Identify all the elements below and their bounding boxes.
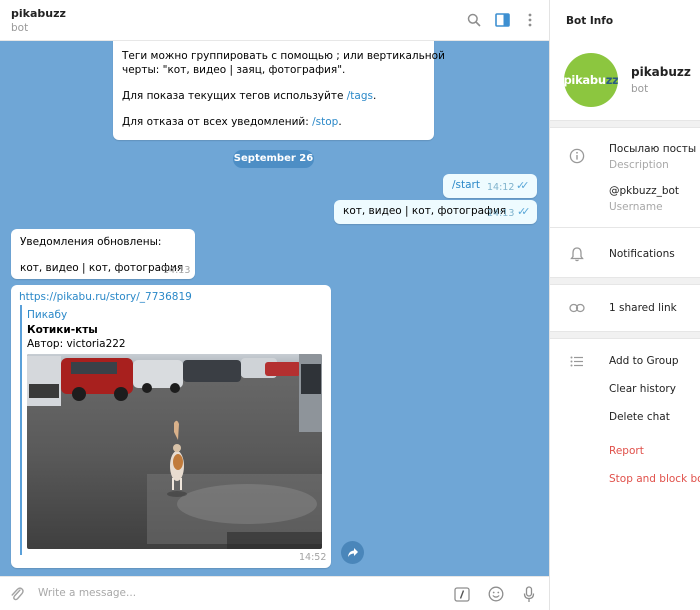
chat-status: bot xyxy=(11,22,29,34)
notifications-toggle[interactable]: Notifications xyxy=(609,248,675,260)
date-separator: September 26 xyxy=(233,150,314,168)
incoming-message-updated[interactable]: Уведомления обновлены: кот, видео | кот,… xyxy=(11,229,195,279)
section-divider xyxy=(550,331,700,339)
message-text: черты: "кот, видео | заяц, фотография". xyxy=(122,64,346,76)
sidebar-toggle-icon[interactable] xyxy=(493,11,511,29)
message-text: Теги можно группировать с помощью ; или … xyxy=(122,50,445,62)
message-text: Уведомления обновлены: xyxy=(20,236,162,248)
avatar[interactable]: pikabuzz xyxy=(564,53,618,107)
preview-author: Автор: victoria222 xyxy=(27,338,126,350)
message-time: 14:13 xyxy=(163,265,191,276)
chat-header: pikabuzz bot xyxy=(0,0,549,41)
info-icon xyxy=(568,147,586,165)
section-divider xyxy=(550,120,700,128)
commands-icon[interactable] xyxy=(452,584,472,604)
section-divider xyxy=(550,277,700,285)
preview-title: Котики-кты xyxy=(27,324,98,336)
incoming-message-help[interactable]: Теги можно группировать с помощью ; или … xyxy=(113,41,445,140)
bot-name: pikabuzz xyxy=(631,65,691,79)
emoji-icon[interactable] xyxy=(486,584,506,604)
message-input-bar: Write a message... xyxy=(0,576,549,610)
bot-type: bot xyxy=(631,83,649,95)
shared-links-item[interactable]: 1 shared link xyxy=(609,302,677,314)
thin-divider xyxy=(550,227,700,228)
delete-chat-button[interactable]: Delete chat xyxy=(609,411,670,423)
add-to-group-button[interactable]: Add to Group xyxy=(609,355,679,367)
message-text: кот, видео | кот, фотография xyxy=(20,262,184,274)
search-icon[interactable] xyxy=(465,11,483,29)
bell-icon xyxy=(568,245,586,263)
chat-area[interactable]: Теги можно группировать с помощью ; или … xyxy=(0,41,549,576)
clear-history-button[interactable]: Clear history xyxy=(609,383,676,395)
avatar-logo: pikabuzz xyxy=(564,73,618,87)
chat-title[interactable]: pikabuzz xyxy=(11,7,66,20)
read-check-icon: ✓✓ xyxy=(516,179,530,192)
stop-block-bot-button[interactable]: Stop and block bot xyxy=(609,473,700,485)
message-text: кот, видео | кот, фотография xyxy=(343,205,507,217)
report-button[interactable]: Report xyxy=(609,445,644,457)
message-time: 14:12 xyxy=(487,182,515,193)
message-input[interactable]: Write a message... xyxy=(38,587,136,599)
story-link[interactable]: https://pikabu.ru/story/_7736819 xyxy=(19,291,192,303)
tags-command-link[interactable]: /tags xyxy=(347,90,373,102)
list-icon xyxy=(568,352,586,370)
bot-username[interactable]: @pkbuzz_bot xyxy=(609,185,679,197)
outgoing-message-start[interactable]: /start 14:12 ✓✓ xyxy=(443,174,537,198)
message-text: Для показа текущих тегов используйте /ta… xyxy=(122,90,377,102)
stop-command-link[interactable]: /stop xyxy=(312,116,338,128)
link-icon xyxy=(568,299,586,317)
link-preview[interactable]: Пикабу Котики-кты Автор: victoria222 xyxy=(20,305,322,555)
bot-info-panel: Bot Info pikabuzz pikabuzz bot Посылаю п… xyxy=(549,0,700,610)
more-vertical-icon[interactable] xyxy=(521,11,539,29)
share-arrow-icon xyxy=(347,548,358,557)
username-label: Username xyxy=(609,201,663,213)
panel-title: Bot Info xyxy=(566,15,614,27)
start-command-link[interactable]: /start xyxy=(452,179,480,191)
preview-photo[interactable] xyxy=(27,354,322,549)
description-label: Description xyxy=(609,159,669,171)
microphone-icon[interactable] xyxy=(519,584,539,604)
read-check-icon: ✓✓ xyxy=(517,205,531,218)
message-text: Для отказа от всех уведомлений: /stop. xyxy=(122,116,342,128)
bot-description[interactable]: Посылаю посты с П xyxy=(609,143,700,155)
message-time: 14:13 xyxy=(487,208,515,219)
preview-site-name: Пикабу xyxy=(27,309,68,321)
attach-icon[interactable] xyxy=(7,584,27,604)
forward-button[interactable] xyxy=(341,541,364,564)
outgoing-message-tags[interactable]: кот, видео | кот, фотография 14:13 ✓✓ xyxy=(334,200,537,224)
